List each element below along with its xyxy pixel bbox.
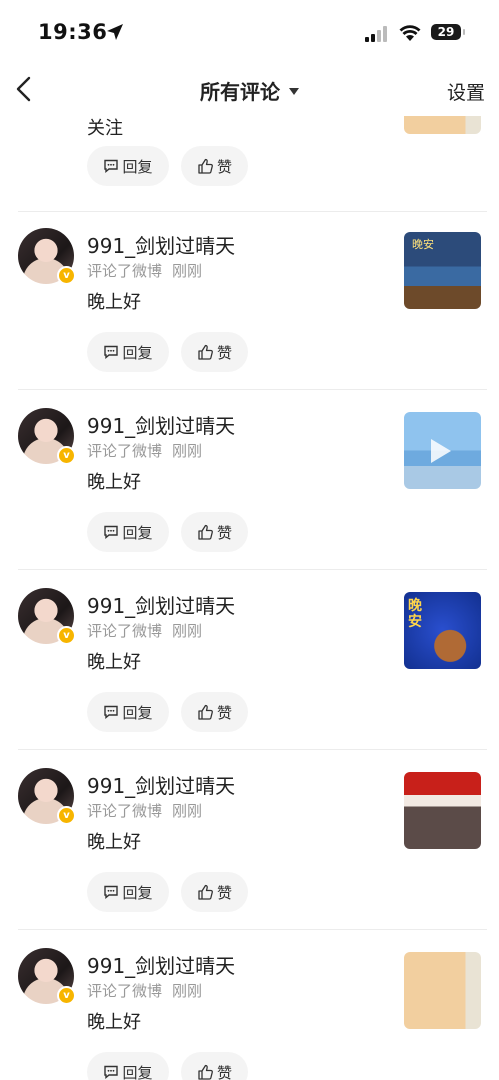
thumbnail-caption: 晚安: [408, 598, 422, 630]
comment-filter-dropdown[interactable]: 所有评论: [200, 76, 299, 105]
comment-meta: 评论了微博 刚刚: [87, 800, 202, 821]
comment-meta: 评论了微博 刚刚: [87, 980, 202, 1001]
video-thumbnail[interactable]: [404, 412, 481, 489]
reply-icon: [104, 885, 119, 899]
wifi-icon: [399, 25, 421, 41]
verified-badge-icon: v: [57, 626, 76, 645]
thumbs-up-icon: [198, 344, 213, 360]
timestamp: 刚刚: [172, 802, 203, 820]
nav-bar: 所有评论 设置: [0, 62, 499, 116]
like-label: 赞: [216, 1063, 232, 1080]
thumbs-up-icon: [198, 884, 213, 900]
post-thumbnail[interactable]: [404, 952, 481, 1029]
location-arrow-icon: [107, 24, 123, 40]
verified-badge-icon: v: [57, 806, 76, 825]
like-label: 赞: [216, 343, 232, 362]
post-thumbnail[interactable]: 晚安: [404, 592, 481, 669]
caret-down-icon: [289, 88, 299, 95]
username[interactable]: 991_剑划过晴天: [87, 410, 235, 439]
reply-icon: [104, 1065, 119, 1079]
action-text: 评论了微博: [87, 262, 163, 280]
comment-meta: 评论了微博 刚刚: [87, 440, 202, 461]
timestamp: 刚刚: [172, 622, 203, 640]
list-item: v 991_剑划过晴天 评论了微博 刚刚 晚上好 回复 赞 晚安: [0, 210, 499, 390]
comment-feed[interactable]: 关注 回复 赞 v 991_剑划过晴天 评论了微博 刚刚 晚上好 回复 赞 晚安…: [0, 116, 499, 1080]
status-bar: 19:36 29: [0, 0, 499, 62]
reply-button[interactable]: 回复: [87, 692, 169, 732]
like-button[interactable]: 赞: [181, 332, 248, 372]
reply-button[interactable]: 回复: [87, 512, 169, 552]
verified-badge-icon: v: [57, 986, 76, 1005]
comment-meta: 评论了微博 刚刚: [87, 260, 202, 281]
settings-button[interactable]: 设置: [447, 78, 485, 105]
cellular-signal-icon: [365, 26, 387, 42]
action-text: 评论了微博: [87, 982, 163, 1000]
list-item: v 991_剑划过晴天 评论了微博 刚刚 晚上好 回复 赞 晚安: [0, 570, 499, 750]
list-item: 关注 回复 赞: [0, 116, 499, 212]
timestamp: 刚刚: [172, 262, 203, 280]
comment-meta: 评论了微博 刚刚: [87, 620, 202, 641]
username[interactable]: 991_剑划过晴天: [87, 590, 235, 619]
reply-button[interactable]: 回复: [87, 1052, 169, 1080]
like-label: 赞: [216, 157, 232, 176]
like-button[interactable]: 赞: [181, 146, 248, 186]
status-time: 19:36: [38, 20, 108, 44]
battery-icon: 29: [431, 24, 461, 40]
thumbnail-caption: 晚安: [412, 238, 434, 251]
thumbs-up-icon: [198, 524, 213, 540]
verified-badge-icon: v: [57, 446, 76, 465]
reply-label: 回复: [122, 523, 153, 542]
timestamp: 刚刚: [172, 442, 203, 460]
comment-text: 晚上好: [87, 832, 141, 853]
like-label: 赞: [216, 523, 232, 542]
thumbs-up-icon: [198, 1064, 213, 1080]
comment-text: 晚上好: [87, 292, 141, 313]
reply-button[interactable]: 回复: [87, 146, 169, 186]
timestamp: 刚刚: [172, 982, 203, 1000]
comment-text: 晚上好: [87, 472, 141, 493]
reply-label: 回复: [122, 343, 153, 362]
list-item: v 991_剑划过晴天 评论了微博 刚刚 晚上好 回复 赞: [0, 750, 499, 930]
comment-text: 晚上好: [87, 652, 141, 673]
comment-text: 晚上好: [87, 1012, 141, 1033]
username[interactable]: 991_剑划过晴天: [87, 230, 235, 259]
post-thumbnail[interactable]: [404, 116, 481, 134]
reply-label: 回复: [122, 883, 153, 902]
play-icon: [431, 439, 451, 463]
thumbs-up-icon: [198, 704, 213, 720]
reply-button[interactable]: 回复: [87, 872, 169, 912]
verified-badge-icon: v: [57, 266, 76, 285]
reply-label: 回复: [122, 157, 153, 176]
reply-icon: [104, 159, 119, 173]
like-label: 赞: [216, 703, 232, 722]
page-title: 所有评论: [200, 80, 280, 104]
page-title-container: 所有评论: [0, 76, 499, 105]
list-item: v 991_剑划过晴天 评论了微博 刚刚 晚上好 回复 赞: [0, 930, 499, 1080]
action-text: 评论了微博: [87, 622, 163, 640]
action-text: 评论了微博: [87, 802, 163, 820]
like-button[interactable]: 赞: [181, 512, 248, 552]
post-thumbnail[interactable]: 晚安: [404, 232, 481, 309]
thumbs-up-icon: [198, 158, 213, 174]
like-label: 赞: [216, 883, 232, 902]
username[interactable]: 991_剑划过晴天: [87, 770, 235, 799]
list-item: v 991_剑划过晴天 评论了微博 刚刚 晚上好 回复 赞: [0, 390, 499, 570]
action-text: 评论了微博: [87, 442, 163, 460]
post-thumbnail[interactable]: [404, 772, 481, 849]
username[interactable]: 991_剑划过晴天: [87, 950, 235, 979]
reply-label: 回复: [122, 703, 153, 722]
comment-text: 关注: [87, 118, 123, 139]
reply-icon: [104, 705, 119, 719]
like-button[interactable]: 赞: [181, 872, 248, 912]
reply-button[interactable]: 回复: [87, 332, 169, 372]
like-button[interactable]: 赞: [181, 1052, 248, 1080]
battery-nub: [463, 29, 465, 35]
like-button[interactable]: 赞: [181, 692, 248, 732]
reply-label: 回复: [122, 1063, 153, 1080]
reply-icon: [104, 525, 119, 539]
reply-icon: [104, 345, 119, 359]
